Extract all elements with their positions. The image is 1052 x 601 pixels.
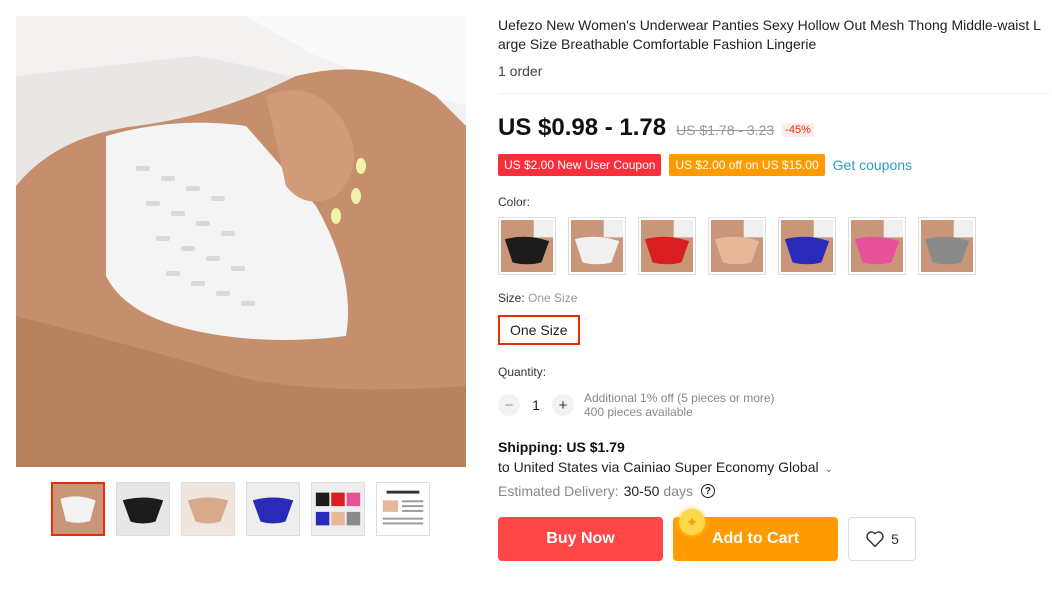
chevron-down-icon: ⌄ bbox=[824, 464, 833, 475]
purchase-actions: Buy Now ✦ Add to Cart 5 bbox=[498, 509, 1050, 561]
color-swatch-red[interactable] bbox=[638, 217, 696, 275]
get-coupons-link[interactable]: Get coupons bbox=[833, 157, 912, 173]
help-icon[interactable]: ? bbox=[700, 484, 715, 498]
buy-now-button[interactable]: Buy Now bbox=[498, 517, 663, 561]
quantity-value[interactable]: 1 bbox=[520, 397, 552, 413]
current-price: US $0.98 - 1.78 bbox=[498, 114, 667, 141]
divider bbox=[498, 93, 1050, 94]
shipping-method-text: to United States via Cainiao Super Econo… bbox=[498, 459, 819, 475]
size-selected-text: One Size bbox=[528, 291, 578, 305]
color-swatch-black[interactable] bbox=[498, 217, 556, 275]
size-label-text: Size: bbox=[498, 291, 525, 305]
add-to-cart-button[interactable]: ✦ Add to Cart bbox=[673, 509, 838, 561]
product-title: Uefezo New Women's Underwear Panties Sex… bbox=[498, 17, 1041, 52]
thumbnail-size-chart[interactable] bbox=[376, 482, 430, 536]
wishlist-button[interactable]: 5 bbox=[848, 517, 916, 561]
thumbnail-3[interactable] bbox=[181, 482, 235, 536]
store-coupon[interactable]: US $2.00 off on US $15.00 bbox=[669, 154, 825, 176]
original-price: US $1.78 - 3.23 bbox=[676, 122, 775, 138]
stock-available-text: 400 pieces available bbox=[584, 405, 693, 419]
bulk-discount-text: Additional 1% off (5 pieces or more) bbox=[584, 391, 775, 405]
quantity-plus-button[interactable]: + bbox=[552, 394, 574, 416]
delivery-unit: days bbox=[663, 483, 693, 499]
sparkle-icon: ✦ bbox=[679, 509, 705, 535]
shipping-cost: Shipping: US $1.79 bbox=[498, 439, 625, 455]
quantity-minus-button[interactable]: − bbox=[498, 394, 520, 416]
quantity-label: Quantity: bbox=[498, 365, 547, 379]
discount-badge: -45% bbox=[782, 123, 814, 137]
size-option-one-size[interactable]: One Size bbox=[498, 315, 580, 345]
color-swatch-skin[interactable] bbox=[708, 217, 766, 275]
thumbnail-strip bbox=[51, 482, 430, 536]
wishlist-count: 5 bbox=[891, 531, 899, 547]
quantity-info: Additional 1% off (5 pieces or more) 400… bbox=[584, 391, 775, 419]
estimated-delivery: Estimated Delivery: 30-50 days ? bbox=[498, 483, 1050, 499]
main-product-image bbox=[16, 16, 466, 467]
thumbnail-2[interactable] bbox=[116, 482, 170, 536]
color-swatches bbox=[498, 217, 1050, 275]
order-count: 1 order bbox=[498, 63, 543, 79]
thumbnail-1[interactable] bbox=[51, 482, 105, 536]
thumbnail-5[interactable] bbox=[311, 482, 365, 536]
color-label: Color: bbox=[498, 195, 531, 209]
product-info-panel: Uefezo New Women's Underwear Panties Sex… bbox=[498, 16, 1050, 561]
delivery-label: Estimated Delivery: bbox=[498, 483, 619, 499]
add-to-cart-label: Add to Cart bbox=[711, 530, 800, 547]
color-swatch-pink[interactable] bbox=[848, 217, 906, 275]
coupons-row: US $2.00 New User Coupon US $2.00 off on… bbox=[498, 154, 1050, 176]
price-row: US $0.98 - 1.78 US $1.78 - 3.23 -45% bbox=[498, 114, 1050, 142]
quantity-stepper: − 1 + Additional 1% off (5 pieces or mor… bbox=[498, 391, 1050, 419]
delivery-days: 30-50 bbox=[623, 483, 660, 499]
shipping-method[interactable]: to United States via Cainiao Super Econo… bbox=[498, 459, 1050, 475]
color-swatch-blue[interactable] bbox=[778, 217, 836, 275]
color-swatch-white[interactable] bbox=[568, 217, 626, 275]
color-swatch-gray[interactable] bbox=[918, 217, 976, 275]
new-user-coupon[interactable]: US $2.00 New User Coupon bbox=[498, 154, 662, 176]
size-label: Size: One Size bbox=[498, 291, 1050, 305]
thumbnail-4[interactable] bbox=[246, 482, 300, 536]
heart-icon bbox=[866, 531, 884, 548]
